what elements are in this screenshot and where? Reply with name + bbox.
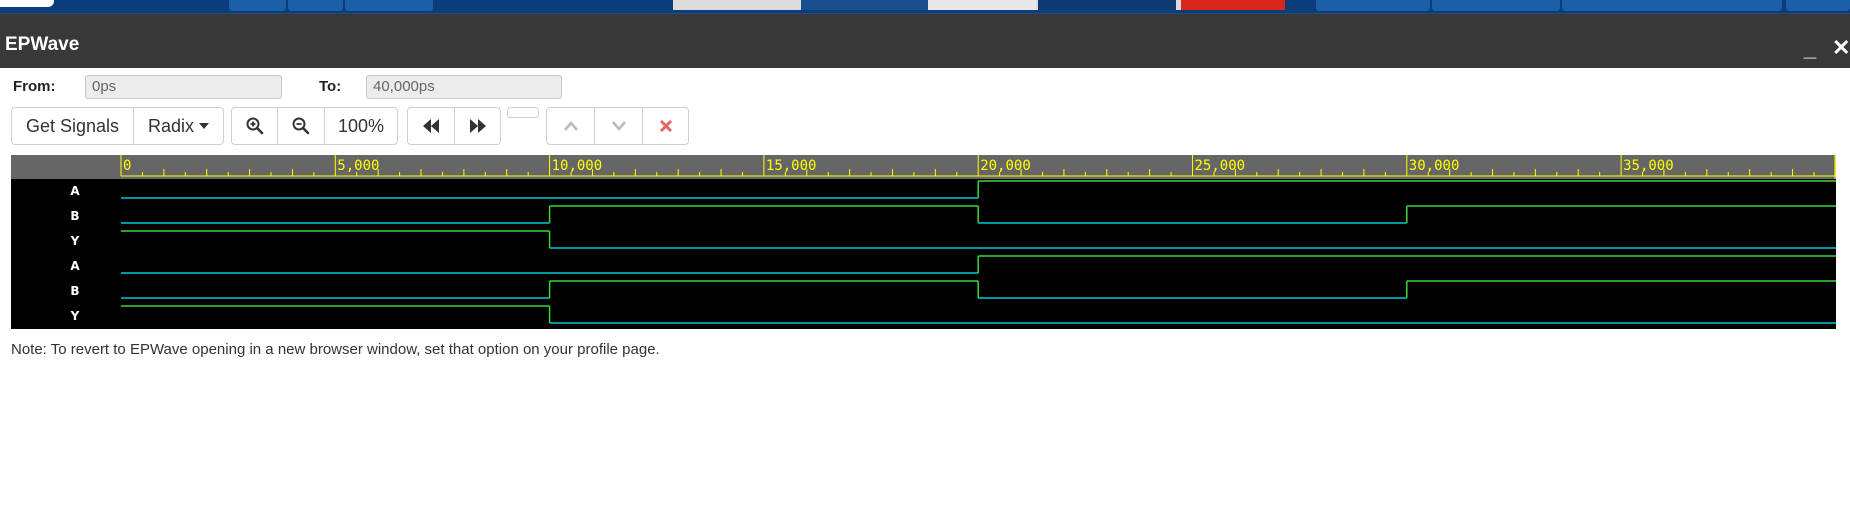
- ruler-tick-label: 5,000: [337, 158, 379, 174]
- zoom-in-icon: [246, 117, 263, 135]
- site-nav-tab[interactable]: [1562, 0, 1782, 11]
- ruler-tick-label: 0: [123, 158, 131, 174]
- site-nav-strip: [0, 0, 1850, 14]
- move-up-button[interactable]: [546, 107, 595, 145]
- signal-name[interactable]: A: [70, 184, 80, 198]
- zoom-out-button[interactable]: [277, 107, 325, 145]
- window-title: EPWave: [5, 34, 80, 55]
- minimize-icon[interactable]: _: [1800, 38, 1820, 64]
- signal-name[interactable]: A: [70, 259, 80, 273]
- event-banner[interactable]: [673, 0, 1285, 10]
- chevron-down-icon: [611, 121, 626, 131]
- chevron-up-icon: [563, 121, 578, 131]
- ruler-tick-label: 35,000: [1623, 158, 1674, 174]
- site-nav-tab[interactable]: [1316, 0, 1430, 11]
- get-signals-button[interactable]: Get Signals: [11, 107, 134, 145]
- ruler-tick-label: 10,000: [552, 158, 603, 174]
- site-logo: [0, 0, 54, 7]
- jump-back-button[interactable]: [407, 107, 455, 145]
- signal-order-group: [546, 107, 689, 145]
- signal-name[interactable]: Y: [70, 234, 80, 248]
- backward-icon: [423, 119, 439, 133]
- move-down-button[interactable]: [594, 107, 643, 145]
- navigate-group: [407, 107, 501, 145]
- window-titlebar: EPWave _ ✕: [0, 14, 1850, 68]
- site-nav-tab[interactable]: [229, 0, 286, 11]
- zoom-group: 100%: [231, 107, 398, 145]
- site-nav-tab[interactable]: [1786, 0, 1850, 11]
- site-nav-tab[interactable]: [345, 0, 433, 11]
- to-label: To:: [319, 78, 342, 95]
- site-nav-tab[interactable]: [1432, 0, 1560, 11]
- jump-forward-button[interactable]: [454, 107, 501, 145]
- radix-dropdown[interactable]: Radix: [133, 107, 224, 145]
- caret-down-icon: [199, 123, 210, 129]
- ruler-tick-label: 15,000: [766, 158, 817, 174]
- ruler-tick-label: 30,000: [1409, 158, 1460, 174]
- empty-button[interactable]: [507, 107, 539, 118]
- from-input[interactable]: [85, 75, 282, 99]
- signal-name[interactable]: Y: [70, 309, 80, 323]
- ruler-tick-label: 20,000: [980, 158, 1031, 174]
- forward-icon: [469, 119, 486, 133]
- time-ruler-graphic: 0 5,000 10,000 15,000 20,000 25,000 30,000 35,0…: [120, 155, 1836, 179]
- ruler-tick-label: 25,000: [1195, 158, 1246, 174]
- waveform-viewer[interactable]: ABYABY: [11, 179, 1836, 329]
- from-label: From:: [13, 78, 56, 95]
- zoom-out-icon: [292, 117, 310, 135]
- zoom-in-button[interactable]: [231, 107, 278, 145]
- remove-signal-button[interactable]: [642, 107, 689, 145]
- waveform-graphic: ABYABY: [70, 180, 1836, 324]
- zoom-level-button[interactable]: 100%: [324, 107, 398, 145]
- close-icon[interactable]: ✕: [1832, 36, 1850, 60]
- to-input[interactable]: [366, 75, 562, 99]
- time-ruler[interactable]: 0 5,000 10,000 15,000 20,000 25,000 30,000 35,0…: [11, 155, 1836, 179]
- delete-icon: [659, 119, 672, 133]
- radix-label: Radix: [147, 115, 195, 136]
- site-nav-tab[interactable]: [288, 0, 343, 11]
- signal-name[interactable]: B: [70, 284, 79, 298]
- signal-name[interactable]: B: [70, 209, 79, 223]
- signals-group: Get Signals Radix: [11, 107, 224, 145]
- info-note: Note: To revert to EPWave opening in a n…: [11, 341, 660, 358]
